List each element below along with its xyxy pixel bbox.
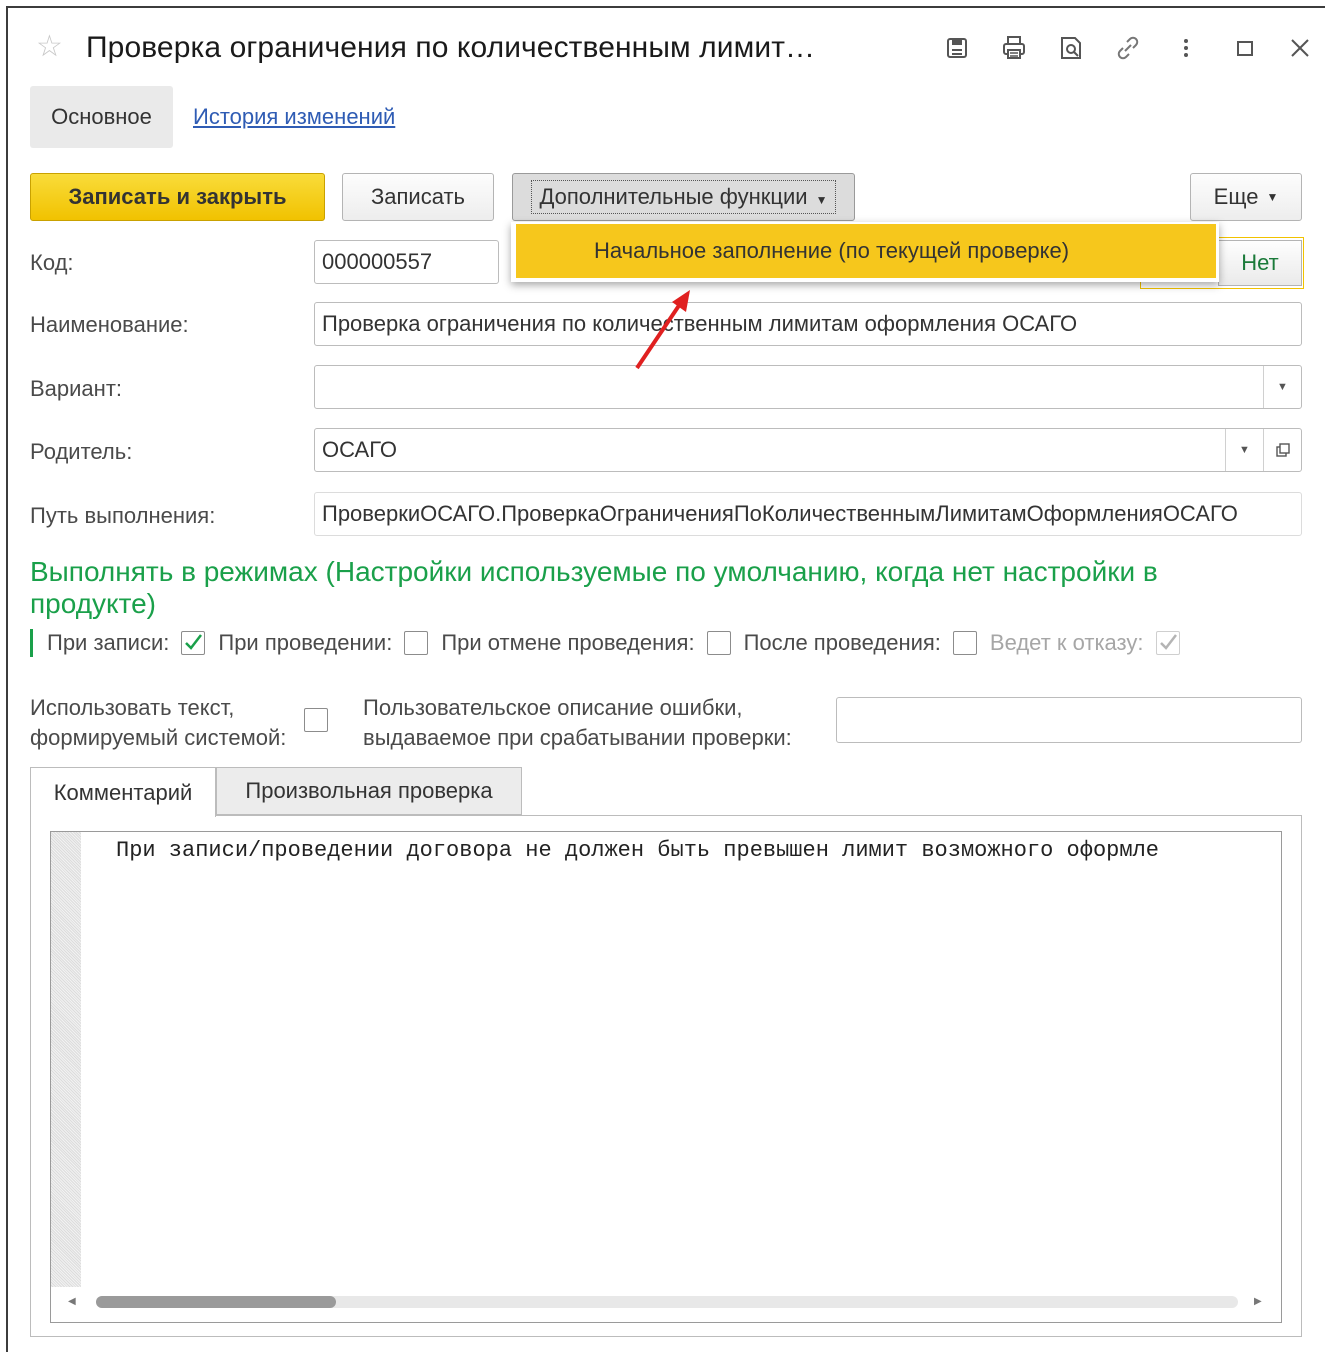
chevron-down-icon[interactable]: ▼ <box>1225 429 1263 471</box>
custom-error-label: Пользовательское описание ошибки, выдава… <box>363 693 792 753</box>
menu-item-initial-fill[interactable]: Начальное заполнение (по текущей проверк… <box>516 224 1216 278</box>
tab-comment[interactable]: Комментарий <box>30 767 216 817</box>
code-input[interactable]: 000000557 <box>314 240 499 284</box>
editor-gutter <box>51 832 81 1287</box>
comment-text: При записи/проведении договора не должен… <box>116 838 1159 863</box>
parent-value: ОСАГО <box>322 437 397 462</box>
net-button[interactable]: Нет <box>1218 240 1302 286</box>
use-system-text-label-line2: формируемый системой: <box>30 725 287 750</box>
link-icon[interactable] <box>1114 34 1142 62</box>
use-system-text-label: Использовать текст, формируемый системой… <box>30 693 286 753</box>
variant-select[interactable]: ▼ <box>314 365 1302 409</box>
tab-history-link[interactable]: История изменений <box>193 104 395 130</box>
maximize-icon[interactable] <box>1231 34 1259 62</box>
more-button[interactable]: Еще ▼ <box>1190 173 1302 221</box>
scrollbar-thumb[interactable] <box>96 1296 336 1308</box>
on-write-checkbox[interactable] <box>181 631 206 655</box>
after-post-label: После проведения: <box>743 630 941 655</box>
on-write-label: При записи: <box>47 630 170 655</box>
parent-label: Родитель: <box>30 439 133 464</box>
close-icon[interactable] <box>1286 34 1314 62</box>
additional-functions-button[interactable]: Дополнительные функции ▼ <box>512 173 855 221</box>
print-icon[interactable] <box>1000 34 1028 62</box>
modes-checkbox-row: При записи: При проведении: При отмене п… <box>30 626 1193 660</box>
window-title: Проверка ограничения по количественным л… <box>86 31 816 64</box>
parent-select[interactable]: ОСАГО ▼ <box>314 428 1302 472</box>
modes-section-title: Выполнять в режимах (Настройки используе… <box>30 556 1158 619</box>
chevron-down-icon[interactable]: ▼ <box>1263 366 1301 408</box>
tab-main[interactable]: Основное <box>30 86 173 148</box>
favorite-star-icon[interactable]: ☆ <box>36 32 63 62</box>
save-button[interactable]: Записать <box>342 173 494 221</box>
preview-icon[interactable] <box>1057 34 1085 62</box>
on-unpost-label: При отмене проведения: <box>441 630 695 655</box>
custom-error-label-line1: Пользовательское описание ошибки, <box>363 695 743 720</box>
scroll-left-icon[interactable]: ◀ <box>68 1296 76 1307</box>
scroll-right-icon[interactable]: ▶ <box>1254 1296 1262 1307</box>
after-post-checkbox[interactable] <box>952 631 977 655</box>
path-input[interactable]: ПроверкиОСАГО.ПроверкаОграниченияПоКолич… <box>314 492 1302 536</box>
chevron-down-icon: ▼ <box>1266 190 1279 204</box>
save-icon[interactable] <box>943 34 971 62</box>
more-label: Еще <box>1213 184 1259 209</box>
comment-editor[interactable] <box>50 831 1282 1323</box>
additional-functions-label: Дополнительные функции <box>539 184 808 209</box>
on-unpost-checkbox[interactable] <box>706 631 731 655</box>
tab-custom-check[interactable]: Произвольная проверка <box>216 767 522 815</box>
leads-refusal-checkbox <box>1155 631 1180 655</box>
custom-error-input[interactable] <box>836 697 1302 743</box>
save-and-close-button[interactable]: Записать и закрыть <box>30 173 325 221</box>
annotation-arrow <box>635 290 690 370</box>
name-label: Наименование: <box>30 312 189 337</box>
open-window-icon[interactable] <box>1263 429 1301 471</box>
group-indicator <box>30 629 33 657</box>
use-system-text-checkbox[interactable] <box>304 708 328 732</box>
code-label: Код: <box>30 250 74 275</box>
on-post-label: При проведении: <box>218 630 393 655</box>
more-vertical-icon[interactable] <box>1172 34 1200 62</box>
use-system-text-label-line1: Использовать текст, <box>30 695 235 720</box>
name-input[interactable]: Проверка ограничения по количественным л… <box>314 302 1302 346</box>
variant-label: Вариант: <box>30 376 123 401</box>
chevron-down-icon: ▼ <box>815 193 828 207</box>
path-label: Путь выполнения: <box>30 503 216 528</box>
custom-error-label-line2: выдаваемое при срабатывании проверки: <box>363 725 792 750</box>
leads-refusal-label: Ведет к отказу: <box>989 630 1144 655</box>
on-post-checkbox[interactable] <box>404 631 429 655</box>
